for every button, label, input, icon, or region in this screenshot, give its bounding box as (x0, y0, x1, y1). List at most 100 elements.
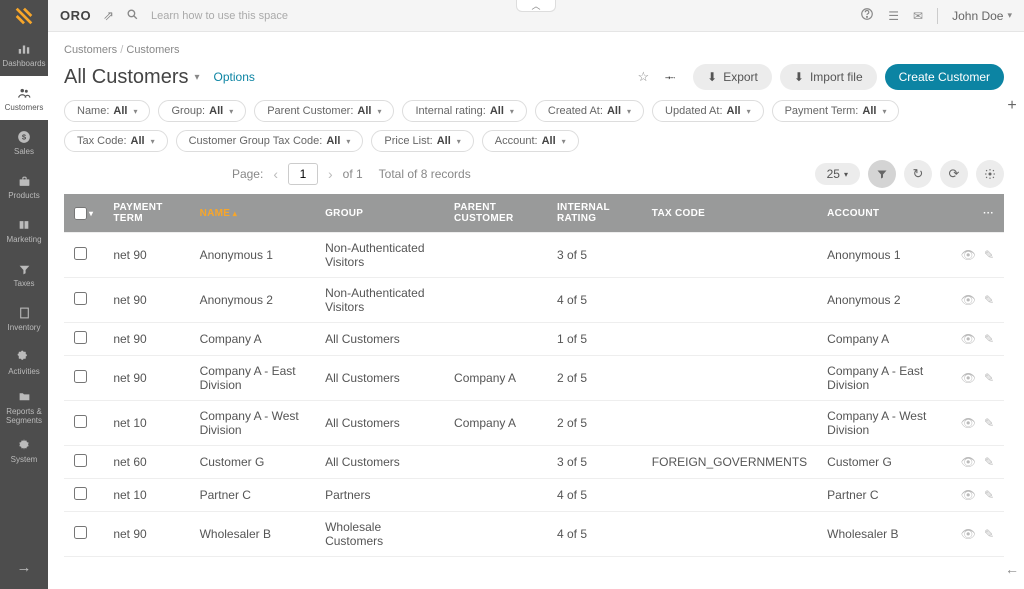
favorite-icon[interactable]: ☆ (637, 69, 649, 85)
create-customer-button[interactable]: Create Customer (885, 64, 1004, 90)
breadcrumb-a[interactable]: Customers (64, 44, 117, 56)
breadcrumb-b[interactable]: Customers (126, 44, 179, 56)
edit-icon[interactable]: ✎ (984, 416, 994, 430)
view-icon[interactable]: 👁 (961, 488, 976, 502)
brand-logo[interactable] (0, 0, 48, 32)
sidebar-item-system[interactable]: System (0, 428, 48, 472)
cell-account: Company A - East Division (817, 356, 943, 401)
filter-parent-customer[interactable]: Parent Customer: All (254, 100, 394, 122)
row-checkbox[interactable] (74, 487, 87, 500)
dollar-icon: $ (17, 128, 31, 146)
view-icon[interactable]: 👁 (961, 371, 976, 385)
table-row[interactable]: net 90Company A - East DivisionAll Custo… (64, 356, 1004, 401)
cell-name: Company A - East Division (190, 356, 316, 401)
filter-price-list[interactable]: Price List: All (371, 130, 473, 152)
cell-parent: Company A (444, 356, 547, 401)
reset-grid-button[interactable]: ↻ (904, 160, 932, 188)
col-rating[interactable]: INTERNAL RATING (547, 194, 642, 233)
table-row[interactable]: net 60Customer GAll Customers3 of 5FOREI… (64, 446, 1004, 479)
col-name[interactable]: NAME (190, 194, 316, 233)
export-button[interactable]: ⬇ Export (693, 64, 772, 90)
refresh-button[interactable]: ⟳ (940, 160, 968, 188)
row-checkbox[interactable] (74, 247, 87, 260)
sidebar-item-label: Dashboards (2, 59, 45, 68)
top-pull-tab[interactable]: ︿ (516, 0, 556, 12)
table-row[interactable]: net 10Company A - West DivisionAll Custo… (64, 401, 1004, 446)
edit-icon[interactable]: ✎ (984, 248, 994, 262)
col-parent[interactable]: PARENT CUSTOMER (444, 194, 547, 233)
view-icon[interactable]: 👁 (961, 293, 976, 307)
filter-group[interactable]: Group: All (158, 100, 246, 122)
row-checkbox[interactable] (74, 292, 87, 305)
col-group[interactable]: GROUP (315, 194, 444, 233)
sidebar-item-reports-segments[interactable]: Reports & Segments (0, 384, 48, 428)
edit-icon[interactable]: ✎ (984, 371, 994, 385)
cell-rating: 1 of 5 (547, 323, 642, 356)
col-actions[interactable]: ··· (943, 194, 1004, 233)
sidebar-item-dashboards[interactable]: Dashboards (0, 32, 48, 76)
row-checkbox[interactable] (74, 331, 87, 344)
user-menu[interactable]: John Doe (952, 9, 1012, 23)
edit-icon[interactable]: ✎ (984, 293, 994, 307)
select-all-header[interactable] (64, 194, 103, 233)
menu-icon[interactable]: ☰ (888, 9, 899, 23)
table-row[interactable]: net 90Wholesaler BWholesale Customers4 o… (64, 512, 1004, 557)
pin-icon[interactable] (665, 70, 677, 85)
sidebar-item-label: Sales (14, 147, 34, 156)
filter-tax-code[interactable]: Tax Code: All (64, 130, 168, 152)
sidebar-item-taxes[interactable]: Taxes (0, 252, 48, 296)
sidebar-item-activities[interactable]: Activities (0, 340, 48, 384)
share-icon[interactable]: ⇗ (103, 8, 114, 24)
table-row[interactable]: net 10Partner CPartners4 of 5Partner C👁✎ (64, 479, 1004, 512)
title-dropdown-icon[interactable]: ▾ (194, 72, 199, 83)
col-account[interactable]: ACCOUNT (817, 194, 943, 233)
col-tax[interactable]: TAX CODE (642, 194, 817, 233)
filter-customer-group-tax-code[interactable]: Customer Group Tax Code: All (176, 130, 364, 152)
help-icon[interactable] (860, 7, 874, 24)
table-row[interactable]: net 90Anonymous 1Non-Authenticated Visit… (64, 233, 1004, 278)
mail-icon[interactable]: ✉ (913, 9, 923, 23)
row-checkbox[interactable] (74, 370, 87, 383)
row-checkbox[interactable] (74, 415, 87, 428)
options-link[interactable]: Options (214, 70, 255, 84)
filter-internal-rating[interactable]: Internal rating: All (402, 100, 526, 122)
filter-updated-at[interactable]: Updated At: All (652, 100, 764, 122)
cell-tax (642, 356, 817, 401)
filter-payment-term[interactable]: Payment Term: All (772, 100, 900, 122)
filter-created-at[interactable]: Created At: All (535, 100, 644, 122)
view-icon[interactable]: 👁 (961, 416, 976, 430)
view-icon[interactable]: 👁 (961, 455, 976, 469)
import-button[interactable]: ⬇ Import file (780, 64, 877, 90)
row-checkbox[interactable] (74, 454, 87, 467)
page-input[interactable] (288, 163, 318, 185)
sidebar-item-products[interactable]: Products (0, 164, 48, 208)
table-row[interactable]: net 90Anonymous 2Non-Authenticated Visit… (64, 278, 1004, 323)
search-icon[interactable] (126, 8, 139, 24)
sidebar-item-customers[interactable]: Customers (0, 76, 48, 120)
collapse-panel-button[interactable]: ← (1000, 557, 1024, 581)
table-row[interactable]: net 90Company AAll Customers1 of 5Compan… (64, 323, 1004, 356)
col-payment-term[interactable]: PAYMENT TERM (103, 194, 189, 233)
row-checkbox[interactable] (74, 526, 87, 539)
view-icon[interactable]: 👁 (961, 527, 976, 541)
edit-icon[interactable]: ✎ (984, 332, 994, 346)
edit-icon[interactable]: ✎ (984, 488, 994, 502)
edit-icon[interactable]: ✎ (984, 455, 994, 469)
filter-name[interactable]: Name: All (64, 100, 150, 122)
filter-toggle-button[interactable] (868, 160, 896, 188)
filter-account[interactable]: Account: All (482, 130, 579, 152)
filters-bar: Name: All Group: All Parent Customer: All I… (64, 100, 1004, 152)
grid-settings-button[interactable] (976, 160, 1004, 188)
cell-group: Non-Authenticated Visitors (315, 278, 444, 323)
page-next[interactable]: › (326, 166, 335, 182)
sidebar-expand[interactable]: → (0, 545, 48, 589)
view-icon[interactable]: 👁 (961, 332, 976, 346)
sidebar-item-sales[interactable]: $Sales (0, 120, 48, 164)
add-panel-button[interactable]: + (1000, 94, 1024, 118)
view-icon[interactable]: 👁 (961, 248, 976, 262)
sidebar-item-marketing[interactable]: Marketing (0, 208, 48, 252)
perpage-select[interactable]: 25 (815, 163, 860, 185)
edit-icon[interactable]: ✎ (984, 527, 994, 541)
page-prev[interactable]: ‹ (271, 166, 280, 182)
sidebar-item-inventory[interactable]: Inventory (0, 296, 48, 340)
